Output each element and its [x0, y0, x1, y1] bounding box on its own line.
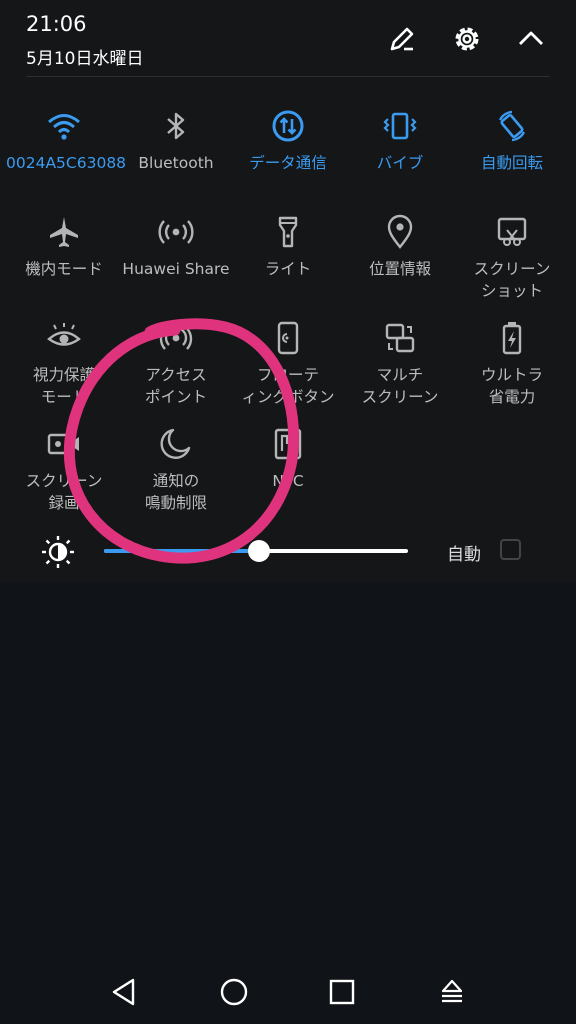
airplane-icon [44, 212, 84, 252]
tile-screen-record[interactable]: スクリーン 録画 [6, 424, 122, 514]
brightness-slider[interactable] [104, 540, 408, 562]
nfc-icon [268, 424, 308, 464]
tile-do-not-disturb[interactable]: 通知の 鳴動制限 [118, 424, 234, 514]
multi-screen-icon [380, 318, 420, 358]
tile-hotspot[interactable]: アクセス ポイント [118, 318, 234, 408]
auto-brightness-label: 自動 [447, 545, 481, 565]
tile-label: マルチ スクリーン [361, 366, 439, 406]
tile-label: ウルトラ 省電力 [480, 366, 543, 406]
tile-eye-comfort[interactable]: 視力保護 モード [6, 318, 122, 408]
ultra-power-icon [492, 318, 532, 358]
back-icon[interactable] [106, 974, 142, 1010]
clock: 21:06 [26, 12, 87, 36]
tile-label: データ通信 [249, 154, 327, 172]
home-icon[interactable] [216, 974, 252, 1010]
tile-vibrate[interactable]: バイブ [342, 106, 458, 174]
tile-mobile-data[interactable]: データ通信 [230, 106, 346, 174]
vibrate-icon [380, 106, 420, 146]
tile-bluetooth[interactable]: Bluetooth [118, 106, 234, 174]
collapse-chevron-up-icon[interactable] [514, 22, 548, 56]
tile-airplane-mode[interactable]: 機内モード [6, 212, 122, 280]
tile-label: アクセス ポイント [144, 366, 207, 406]
brightness-icon [40, 534, 76, 570]
mobile-data-icon [268, 106, 308, 146]
tile-huawei-share[interactable]: Huawei Share [118, 212, 234, 280]
screen-record-icon [44, 424, 84, 464]
tile-floating-button[interactable]: フローテ ィングボタン [230, 318, 346, 408]
notification-shade: 21:06 5月10日水曜日 0024A5C63088 Bluetooth デー… [0, 0, 576, 582]
location-pin-icon [380, 212, 420, 252]
tile-label: 自動回転 [480, 154, 543, 172]
tile-nfc[interactable]: NFC [230, 424, 346, 492]
eye-icon [44, 318, 84, 358]
auto-brightness-checkbox[interactable] [500, 539, 521, 560]
huawei-share-icon [156, 212, 196, 252]
bluetooth-icon [156, 106, 196, 146]
tile-label: フローテ ィングボタン [241, 366, 335, 406]
tile-label: 位置情報 [368, 260, 431, 278]
tile-label: Huawei Share [122, 260, 230, 278]
tile-multi-screen[interactable]: マルチ スクリーン [342, 318, 458, 408]
tile-label: Bluetooth [138, 154, 214, 172]
header-divider [26, 76, 550, 77]
flashlight-icon [268, 212, 308, 252]
brightness-slider-thumb[interactable] [248, 540, 271, 562]
tile-label: 通知の 鳴動制限 [144, 472, 207, 512]
tile-label: スクリーン 録画 [25, 472, 103, 512]
tile-wifi[interactable]: 0024A5C63088 [6, 106, 127, 174]
floating-button-icon [268, 318, 308, 358]
tile-label: 機内モード [25, 260, 103, 278]
tile-flashlight[interactable]: ライト [230, 212, 346, 280]
notification-pull-icon[interactable] [434, 974, 470, 1010]
tile-label: バイブ [376, 154, 424, 172]
tile-screenshot[interactable]: スクリーン ショット [454, 212, 570, 302]
tile-ultra-power[interactable]: ウルトラ 省電力 [454, 318, 570, 408]
edit-pencil-icon[interactable] [385, 22, 419, 56]
navigation-bar [0, 958, 576, 1024]
tile-label: スクリーン ショット [473, 260, 551, 300]
brightness-slider-fill [104, 549, 260, 553]
wifi-icon [44, 106, 84, 146]
tile-label: 視力保護 モード [32, 366, 95, 406]
tile-label: ライト [264, 260, 312, 278]
recents-icon[interactable] [324, 974, 360, 1010]
hotspot-icon [156, 318, 196, 358]
moon-icon [156, 424, 196, 464]
date: 5月10日水曜日 [26, 49, 144, 69]
auto-rotate-icon [492, 106, 532, 146]
tile-auto-rotate[interactable]: 自動回転 [454, 106, 570, 174]
screenshot-icon [492, 212, 532, 252]
tile-label: 0024A5C63088 [6, 154, 127, 172]
tile-location[interactable]: 位置情報 [342, 212, 458, 280]
tile-label: NFC [272, 472, 304, 490]
settings-gear-icon[interactable] [450, 22, 484, 56]
